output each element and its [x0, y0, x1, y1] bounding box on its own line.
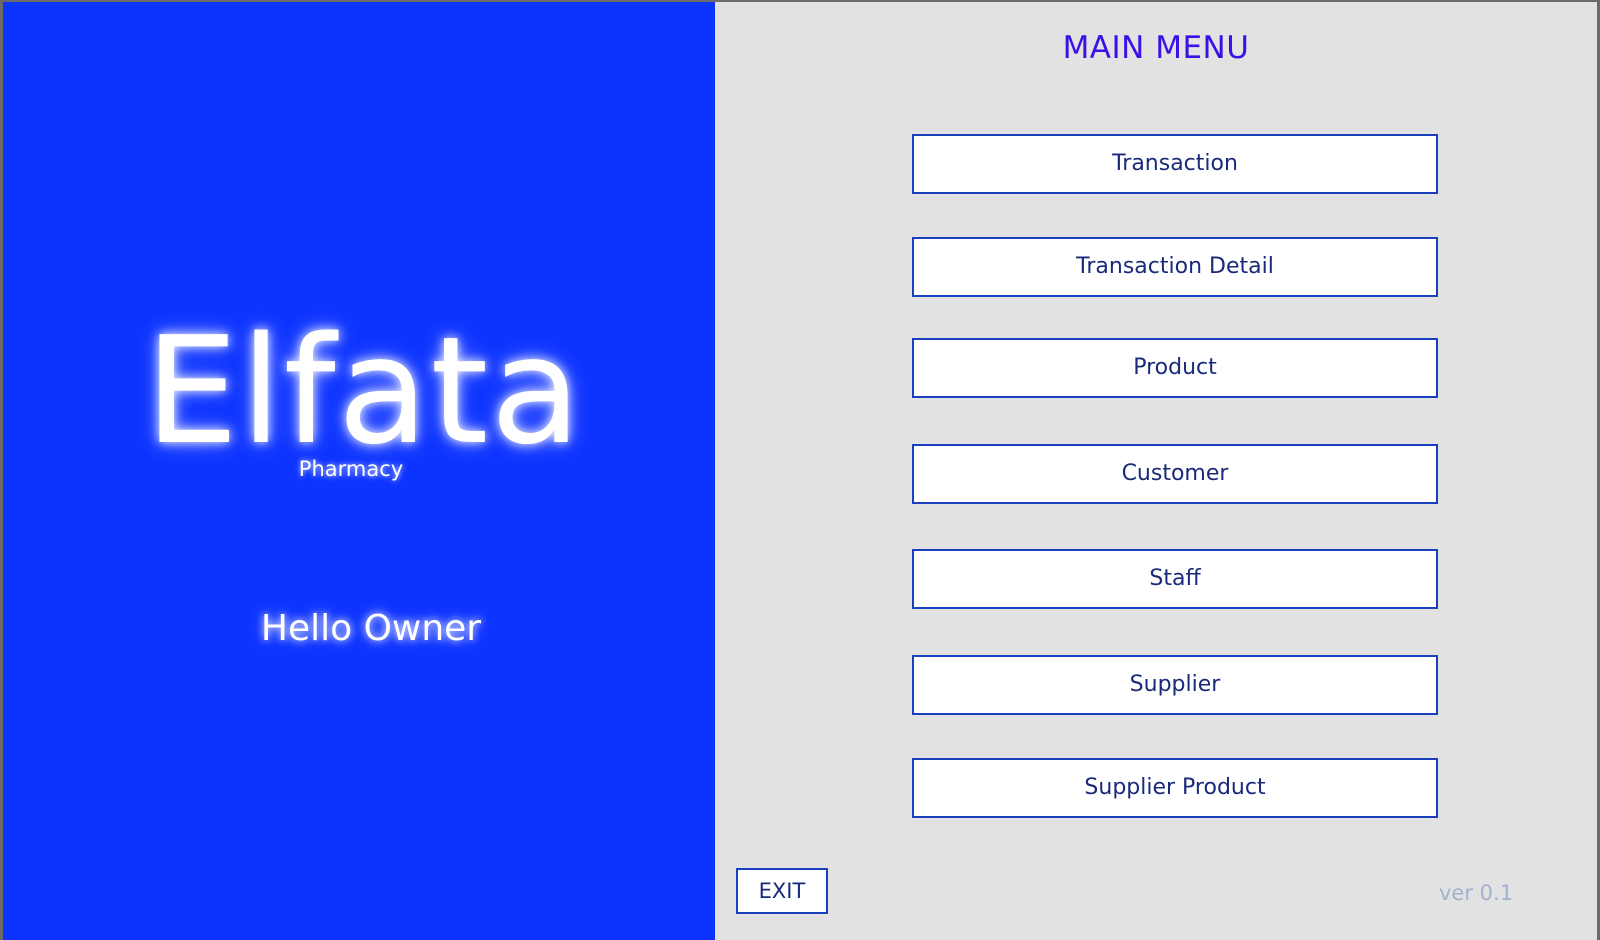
product-button[interactable]: Product [912, 338, 1438, 398]
app-window: Elfata Pharmacy Hello Owner MAIN MENU Tr… [3, 2, 1597, 940]
menu-title: MAIN MENU [1062, 30, 1250, 66]
greeting-text: Hello Owner [260, 608, 482, 649]
menu-panel: MAIN MENU Transaction Transaction Detail… [715, 2, 1597, 940]
supplier-product-button[interactable]: Supplier Product [912, 758, 1438, 818]
brand-name: Elfata [144, 305, 584, 477]
brand-panel: Elfata Pharmacy Hello Owner [3, 2, 715, 940]
brand-block: Elfata [3, 316, 715, 466]
transaction-detail-button[interactable]: Transaction Detail [912, 237, 1438, 297]
staff-button[interactable]: Staff [912, 549, 1438, 609]
transaction-button[interactable]: Transaction [912, 134, 1438, 194]
supplier-button[interactable]: Supplier [912, 655, 1438, 715]
exit-button[interactable]: EXIT [736, 868, 828, 914]
version-label: ver 0.1 [1439, 881, 1514, 905]
customer-button[interactable]: Customer [912, 444, 1438, 504]
brand-subtitle: Pharmacy [298, 457, 404, 481]
